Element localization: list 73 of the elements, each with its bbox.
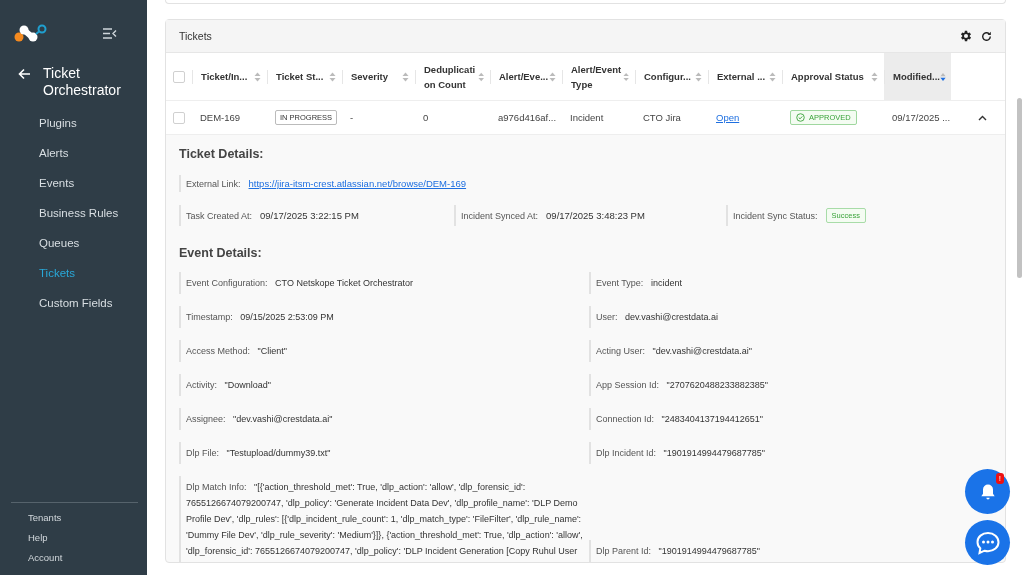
sidebar-footer-link[interactable]: Help xyxy=(28,531,138,545)
field-value: 09/17/2025 3:22:15 PM xyxy=(260,210,359,221)
field-text: Dlp Match Info: "[{'action_threshold_met': True, 'dlp_action': 'allow', 'dlp_forensic_id': 7655126674079200747, 'dlp_policy': 'Generate Incident Data Dev', 'dlp_profile_name': 'DLP Demo Profile Dev', 'dlp_rules': [{'dlp_incident_rule_count': 1, 'dlp_match_type': 'FileFilter', 'dlp_rule_name': 'Dummy File Dev', 'dlp_rule_severity': 'Medium'}]}, {'action_threshold_met': True, 'dlp_action': 'allow', 'dlp_forensic_id': 7655126674079200747, 'dlp_policy': 'DLP Incident Generation [Copy Ruhul User xyxy=(186,481,584,558)
sidebar-item[interactable]: Queues xyxy=(39,235,147,252)
settings-icon[interactable] xyxy=(959,29,973,43)
field-text: Assignee: "dev.vashi@crestdata.ai" xyxy=(186,413,334,426)
sort-icon[interactable] xyxy=(769,71,776,82)
sidebar-item[interactable]: Plugins xyxy=(39,115,147,132)
sort-icon[interactable] xyxy=(254,71,261,82)
card-title: Tickets xyxy=(179,30,212,42)
field-text: Event Type: incident xyxy=(596,277,683,290)
column-header[interactable]: Ticket St... xyxy=(276,69,324,84)
back-arrow-icon[interactable] xyxy=(18,68,31,80)
sidebar-item[interactable]: Events xyxy=(39,175,147,192)
field-label: Task Created At: xyxy=(186,210,253,221)
sidebar-item[interactable]: Business Rules xyxy=(39,205,147,222)
section-heading: Ticket Details: xyxy=(179,147,265,161)
section-title: Ticket Orchestrator xyxy=(43,65,122,99)
table-cell: CTO Jira xyxy=(643,112,681,123)
sort-icon[interactable] xyxy=(402,71,409,82)
sidebar-item[interactable]: Tickets xyxy=(39,265,147,282)
field-text: Acting User: "dev.vashi@crestdata.ai" xyxy=(596,345,753,358)
field-text: Dlp File: "Testupload/dummy39.txt" xyxy=(186,447,332,460)
field-text: Event Configuration: CTO Netskope Ticket Orchestrator xyxy=(186,277,414,290)
field-text: Timestamp: 09/15/2025 2:53:09 PM xyxy=(186,311,335,324)
field-text: App Session Id: "2707620488233882385" xyxy=(596,379,770,392)
table-cell: a976d416af... xyxy=(498,112,557,123)
field-text: Connection Id: "2483404137194412651" xyxy=(596,413,765,426)
table-cell: 09/17/2025 ... xyxy=(892,112,951,123)
column-header[interactable]: Alert/Eve... xyxy=(499,69,549,84)
field-text: Access Method: "Client" xyxy=(186,345,288,358)
select-all-checkbox[interactable] xyxy=(172,70,185,83)
expand-caret-icon[interactable] xyxy=(978,114,987,121)
field-label: External Link: xyxy=(186,178,241,189)
chat-bubble-icon xyxy=(974,529,1001,556)
sidebar-footer-link[interactable]: Account xyxy=(28,551,138,565)
section-heading: Event Details: xyxy=(179,246,263,260)
sort-icon[interactable] xyxy=(477,71,484,82)
field-value: 09/17/2025 3:48:23 PM xyxy=(546,210,645,221)
column-header[interactable]: Severity xyxy=(351,69,388,84)
refresh-icon[interactable] xyxy=(980,29,993,43)
scrollbar-thumb[interactable] xyxy=(1017,98,1022,278)
external-link[interactable]: https://jira-itsm-crest.atlassian.net/browse/DEM-169 xyxy=(248,178,467,189)
sort-icon[interactable] xyxy=(939,71,946,82)
open-link[interactable]: Open xyxy=(716,112,740,123)
field-text: Activity: "Download" xyxy=(186,379,272,392)
field-text: Dlp Parent Id: "1901914994479687785" xyxy=(596,545,762,558)
sidebar-item[interactable]: Custom Fields xyxy=(39,295,147,312)
field-text: User: dev.vashi@crestdata.ai xyxy=(596,311,720,324)
logo-icon xyxy=(14,24,48,42)
sort-icon[interactable] xyxy=(695,71,702,82)
column-header[interactable]: External ... xyxy=(717,69,766,84)
sort-icon[interactable] xyxy=(871,71,878,82)
sidebar-footer-link[interactable]: Tenants xyxy=(28,511,138,525)
column-header[interactable]: Configur... xyxy=(644,69,691,84)
sort-icon[interactable] xyxy=(549,71,556,82)
sort-icon[interactable] xyxy=(622,71,629,82)
column-header[interactable]: Alert/Event Type xyxy=(571,61,623,92)
sidebar-item[interactable]: Alerts xyxy=(39,145,147,162)
field-label: Incident Synced At: xyxy=(461,210,539,221)
table-cell: 0 xyxy=(423,112,429,123)
table-cell: - xyxy=(350,112,354,123)
field-text: Dlp Incident Id: "1901914994479687785" xyxy=(596,447,767,460)
column-header[interactable]: Deduplication Count xyxy=(424,61,478,92)
row-checkbox[interactable] xyxy=(172,111,185,124)
field-label: Incident Sync Status: xyxy=(733,210,818,221)
table-cell: Incident xyxy=(570,112,604,123)
column-header[interactable]: Ticket/In... xyxy=(201,69,248,84)
column-header[interactable]: Approval Status xyxy=(791,69,864,84)
collapse-menu-icon[interactable] xyxy=(103,27,117,39)
notification-badge: ! xyxy=(995,473,1004,484)
sort-icon[interactable] xyxy=(329,71,336,82)
table-cell: DEM-169 xyxy=(200,112,241,123)
